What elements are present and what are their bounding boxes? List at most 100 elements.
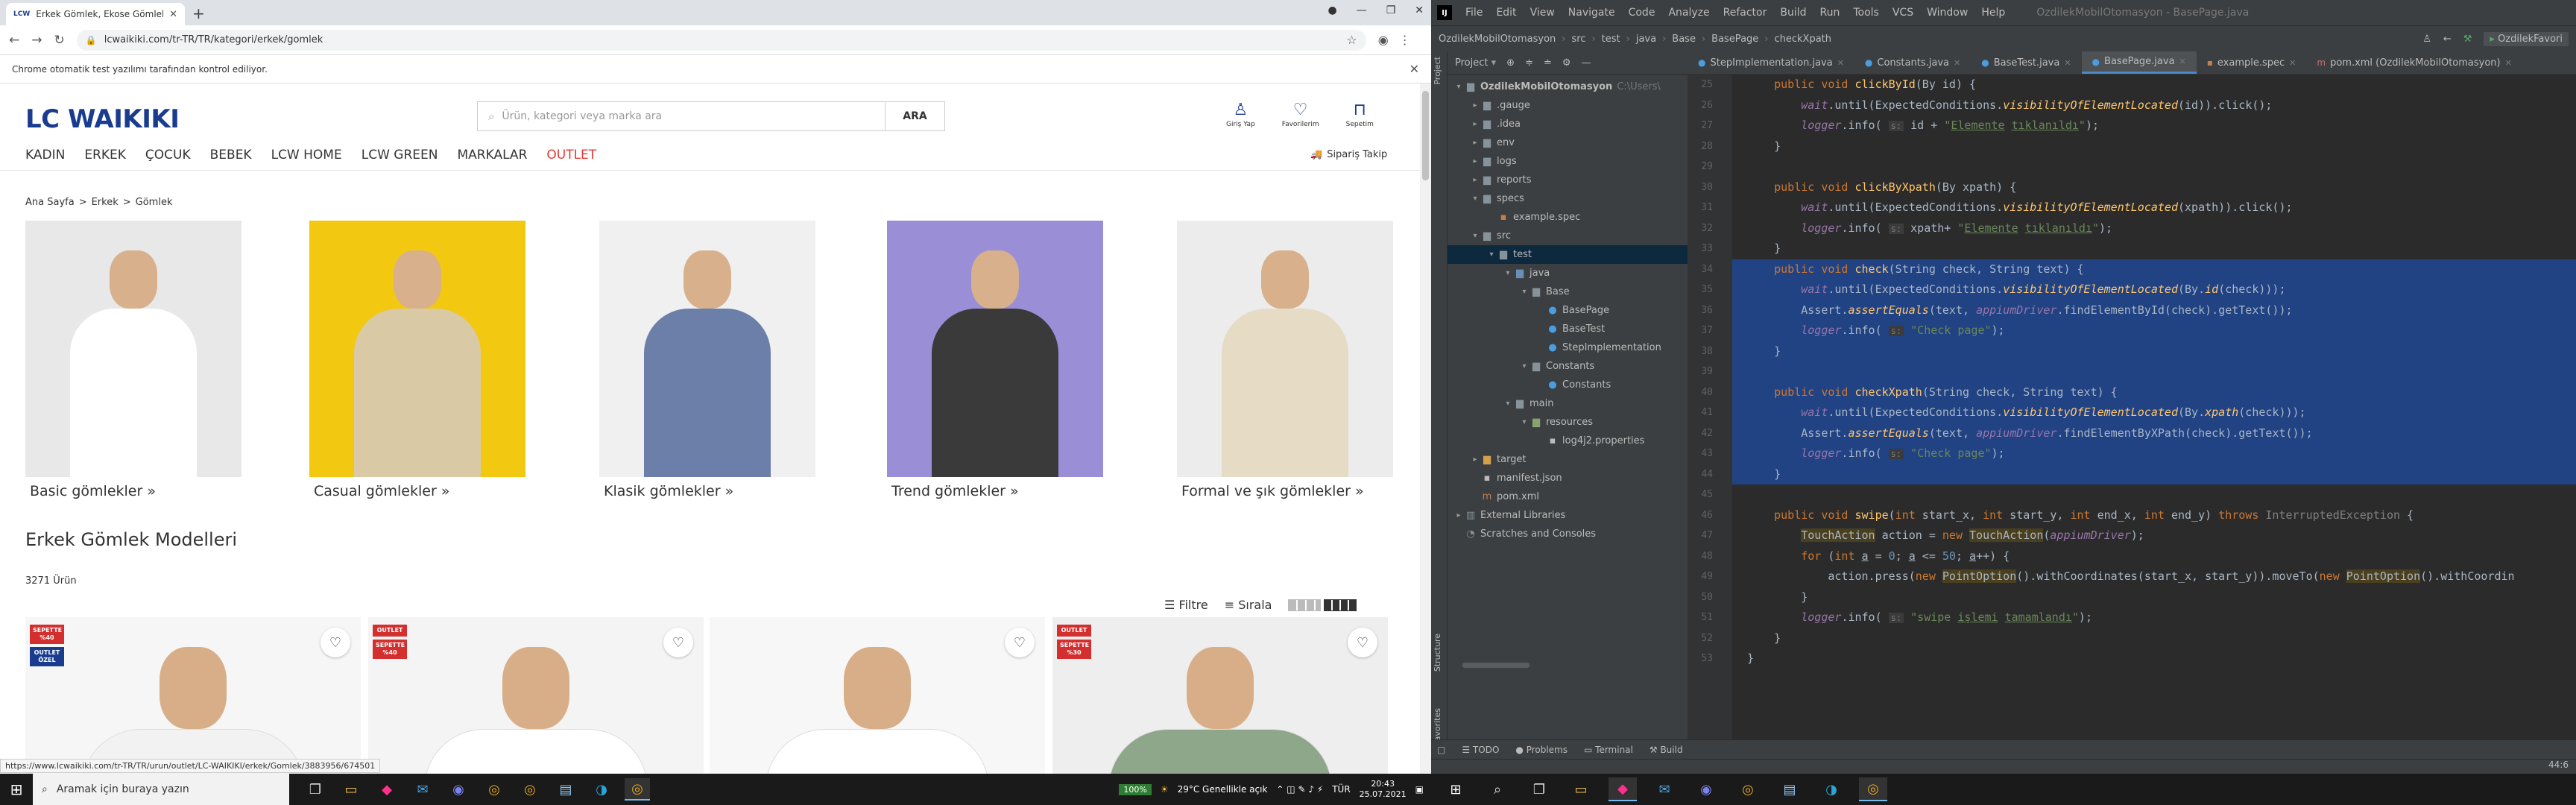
- favorite-heart-icon[interactable]: ♡: [1348, 628, 1377, 657]
- tree-expander-icon[interactable]: ▾: [1519, 362, 1530, 370]
- clock[interactable]: 20:43 25.07.2021: [1360, 779, 1407, 800]
- tree-node[interactable]: ▸ ▆ env: [1448, 133, 1688, 152]
- crumb-home[interactable]: Ana Sayfa: [25, 197, 75, 208]
- tree-node[interactable]: ▾ ▆ specs: [1448, 189, 1688, 208]
- crumb-base[interactable]: Base: [1672, 34, 1696, 45]
- maximize-button[interactable]: ❐: [1386, 4, 1396, 16]
- menu-navigate[interactable]: Navigate: [1568, 7, 1615, 19]
- scroll-thumb[interactable]: [1422, 91, 1429, 180]
- collapse-all-icon[interactable]: ≑: [1525, 57, 1533, 69]
- run-config-select[interactable]: ▸ OzdilekFavori: [2484, 32, 2569, 46]
- grid-4-toggle[interactable]: [1324, 599, 1357, 611]
- crumb-basepage[interactable]: BasePage: [1711, 34, 1758, 45]
- mail-icon[interactable]: ✉: [1650, 777, 1679, 801]
- edge-icon[interactable]: ◑: [1817, 777, 1846, 801]
- favorites-link[interactable]: ♡ Favorilerim: [1282, 101, 1319, 129]
- battery-badge[interactable]: 100%: [1119, 783, 1152, 795]
- close-tab-icon[interactable]: ✕: [1954, 58, 1960, 68]
- edge-icon[interactable]: ◑: [589, 778, 614, 801]
- notifications-icon[interactable]: ▣: [1415, 784, 1424, 795]
- structure-tool-tab[interactable]: Structure: [1433, 634, 1446, 672]
- code-line[interactable]: TouchAction action = new TouchAction(app…: [1732, 525, 2576, 546]
- windows-start-icon[interactable]: ⊞: [1442, 777, 1470, 801]
- tree-node[interactable]: m pom.xml: [1448, 487, 1688, 506]
- close-infobar-icon[interactable]: ✕: [1409, 62, 1419, 76]
- product-card[interactable]: ♡: [710, 617, 1045, 774]
- code-line[interactable]: }: [1732, 628, 2576, 649]
- nav-erkek[interactable]: ERKEK: [84, 148, 126, 162]
- tree-expander-icon[interactable]: ▾: [1470, 195, 1480, 203]
- grid-3-toggle[interactable]: [1288, 599, 1322, 611]
- minimize-button[interactable]: —: [1357, 4, 1367, 16]
- tree-expander-icon[interactable]: ▸: [1470, 157, 1480, 165]
- tree-node[interactable]: ▪ example.spec: [1448, 208, 1688, 227]
- tree-expander-icon[interactable]: ▸: [1470, 455, 1480, 464]
- tree-node[interactable]: ▸ ▥ External Libraries: [1448, 506, 1688, 525]
- category-card[interactable]: Formal ve şık gömlekler »: [1177, 221, 1393, 499]
- chrome-icon[interactable]: ◎: [482, 778, 507, 801]
- category-card[interactable]: Basic gömlekler »: [25, 221, 242, 499]
- windows-start-icon[interactable]: ⊞: [0, 774, 33, 805]
- tree-expander-icon[interactable]: ▾: [1503, 269, 1513, 277]
- forward-icon[interactable]: →: [31, 33, 42, 48]
- code-line[interactable]: [1732, 157, 2576, 177]
- code-area[interactable]: 25 26 27 28 29 30 31 32 33 34 35 36 37 38 39 40 41 42 43 44…: [1688, 75, 2576, 739]
- menu-file[interactable]: File: [1465, 7, 1483, 19]
- todo-tool-tab[interactable]: ☰ TODO: [1462, 745, 1499, 755]
- menu-analyze[interactable]: Analyze: [1668, 7, 1709, 19]
- code-line-selected[interactable]: Assert.assertEquals(text, appiumDriver.f…: [1732, 423, 2576, 443]
- nav-lcw-home[interactable]: LCW HOME: [271, 148, 342, 162]
- nav-bebek[interactable]: BEBEK: [210, 148, 252, 162]
- cart-link[interactable]: ⊓ Sepetim: [1346, 101, 1374, 129]
- code-line[interactable]: }: [1732, 648, 2576, 669]
- close-tab-icon[interactable]: ✕: [169, 9, 177, 20]
- code-line-selected[interactable]: logger.info( s: "Check page");: [1732, 443, 2576, 464]
- tree-expander-icon[interactable]: ▾: [1453, 83, 1464, 91]
- nav-cocuk[interactable]: ÇOCUK: [145, 148, 191, 162]
- terminal-tool-tab[interactable]: ▭ Terminal: [1584, 745, 1633, 755]
- tree-node[interactable]: ▾ ▆ test: [1448, 245, 1688, 264]
- tree-node[interactable]: ▸ ▆ .gauge: [1448, 96, 1688, 115]
- crumb-method[interactable]: checkXpath: [1775, 34, 1832, 45]
- project-tool-tab[interactable]: Project: [1433, 57, 1446, 85]
- weather-text[interactable]: 29°C Genellikle açık: [1178, 784, 1268, 795]
- menu-code[interactable]: Code: [1629, 7, 1655, 19]
- close-tab-icon[interactable]: ✕: [2289, 58, 2296, 68]
- reload-icon[interactable]: ↻: [54, 33, 65, 48]
- nav-kadin[interactable]: KADIN: [25, 148, 65, 162]
- product-card[interactable]: OUTLET SEPETTE %30 ♡: [1052, 617, 1388, 774]
- tree-node[interactable]: ● Constants: [1448, 376, 1688, 394]
- category-label[interactable]: Klasik gömlekler »: [599, 483, 815, 499]
- tree-expander-icon[interactable]: ▸: [1470, 101, 1480, 110]
- crumb-java[interactable]: java: [1636, 34, 1656, 45]
- code-line-selected[interactable]: public void checkXpath(String check, Str…: [1732, 382, 2576, 402]
- chrome-active-icon[interactable]: ◎: [625, 778, 650, 801]
- back-icon[interactable]: ←: [9, 33, 19, 48]
- code-line[interactable]: logger.info( s: id + "Elemente tıklanıld…: [1732, 116, 2576, 136]
- tree-node[interactable]: ◔ Scratches and Consoles: [1448, 525, 1688, 543]
- menu-run[interactable]: Run: [1820, 7, 1840, 19]
- tree-expander-icon[interactable]: ▸: [1470, 139, 1480, 147]
- menu-build[interactable]: Build: [1780, 7, 1806, 19]
- new-tab-button[interactable]: +: [192, 4, 205, 22]
- chrome-icon[interactable]: ◎: [517, 778, 543, 801]
- menu-window[interactable]: Window: [1927, 7, 1968, 19]
- user-icon[interactable]: ♙: [2422, 34, 2431, 45]
- tree-node[interactable]: ▸ ▆ target: [1448, 450, 1688, 469]
- code-line[interactable]: public void swipe(int start_x, int start…: [1732, 505, 2576, 526]
- tree-expander-icon[interactable]: ▾: [1486, 250, 1497, 259]
- record-icon[interactable]: ●: [1328, 4, 1336, 16]
- settings-gear-icon[interactable]: ⚙: [1562, 57, 1571, 69]
- intellij-icon[interactable]: ◆: [374, 778, 400, 801]
- tree-node[interactable]: ▪ log4j2.properties: [1448, 432, 1688, 450]
- profile-icon[interactable]: ◉: [1378, 33, 1389, 47]
- lcw-logo[interactable]: LC WAIKIKI: [25, 104, 180, 134]
- category-photo[interactable]: [309, 221, 525, 477]
- menu-edit[interactable]: Edit: [1496, 7, 1516, 19]
- hide-panel-icon[interactable]: —: [1582, 57, 1591, 69]
- locate-icon[interactable]: ⊕: [1506, 57, 1515, 69]
- code-line[interactable]: }: [1732, 136, 2576, 157]
- close-tab-icon[interactable]: ✕: [2505, 58, 2512, 68]
- code-line-selected[interactable]: }: [1732, 341, 2576, 362]
- code-line-selected[interactable]: [1732, 362, 2576, 382]
